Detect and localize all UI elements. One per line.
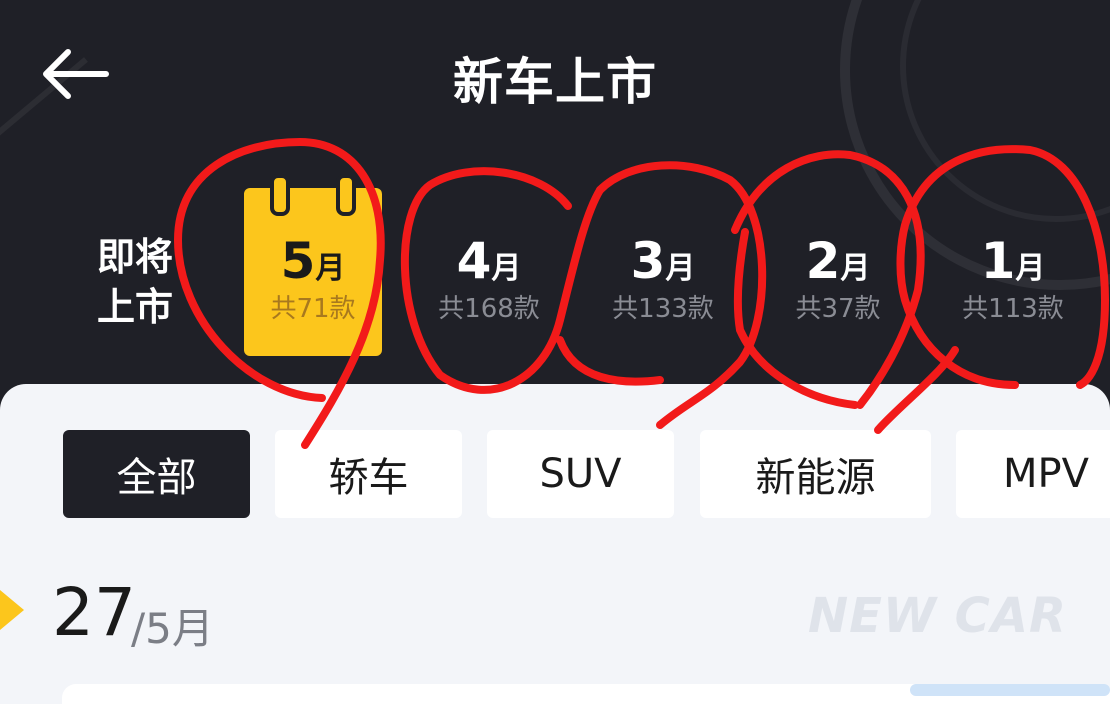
month-tab-march[interactable]: 3月 共133款 (594, 188, 732, 356)
month-tab-may[interactable]: 5月 共71款 (244, 174, 382, 356)
filter-all-button[interactable]: 全部 (63, 430, 250, 518)
upcoming-label: 即将上市 (97, 235, 174, 329)
month-number: 3月 (630, 232, 696, 290)
calendar-ring-icon (336, 174, 356, 216)
date-day: 27 (52, 574, 136, 651)
card-accent-tag (910, 684, 1110, 696)
month-count: 共133款 (612, 294, 714, 324)
filter-sedan-button[interactable]: 轿车 (275, 430, 462, 518)
month-count: 共113款 (962, 294, 1064, 324)
month-number: 5月 (280, 232, 346, 290)
month-tab-january[interactable]: 1月 共113款 (944, 188, 1082, 356)
month-number: 2月 (805, 232, 871, 290)
month-number: 1月 (980, 232, 1046, 290)
filter-mpv-button[interactable]: MPV (956, 430, 1110, 518)
month-count: 共168款 (438, 294, 540, 324)
month-number: 4月 (456, 232, 522, 290)
month-count: 共71款 (270, 294, 356, 324)
month-tab-february[interactable]: 2月 共37款 (769, 188, 907, 356)
page-title: 新车上市 (453, 53, 657, 111)
header: 新车上市 即将上市 5月 共71款 4月 共168款 3月 共133款 2月 共… (0, 0, 1110, 385)
filter-suv-button[interactable]: SUV (487, 430, 674, 518)
new-car-watermark: NEW CAR (808, 588, 1067, 644)
month-count: 共37款 (795, 294, 881, 324)
date-month: /5月 (131, 604, 214, 653)
month-tab-april[interactable]: 4月 共168款 (420, 188, 558, 356)
filter-new-energy-button[interactable]: 新能源 (700, 430, 931, 518)
date-marker-icon (0, 590, 24, 630)
calendar-ring-icon (270, 174, 290, 216)
